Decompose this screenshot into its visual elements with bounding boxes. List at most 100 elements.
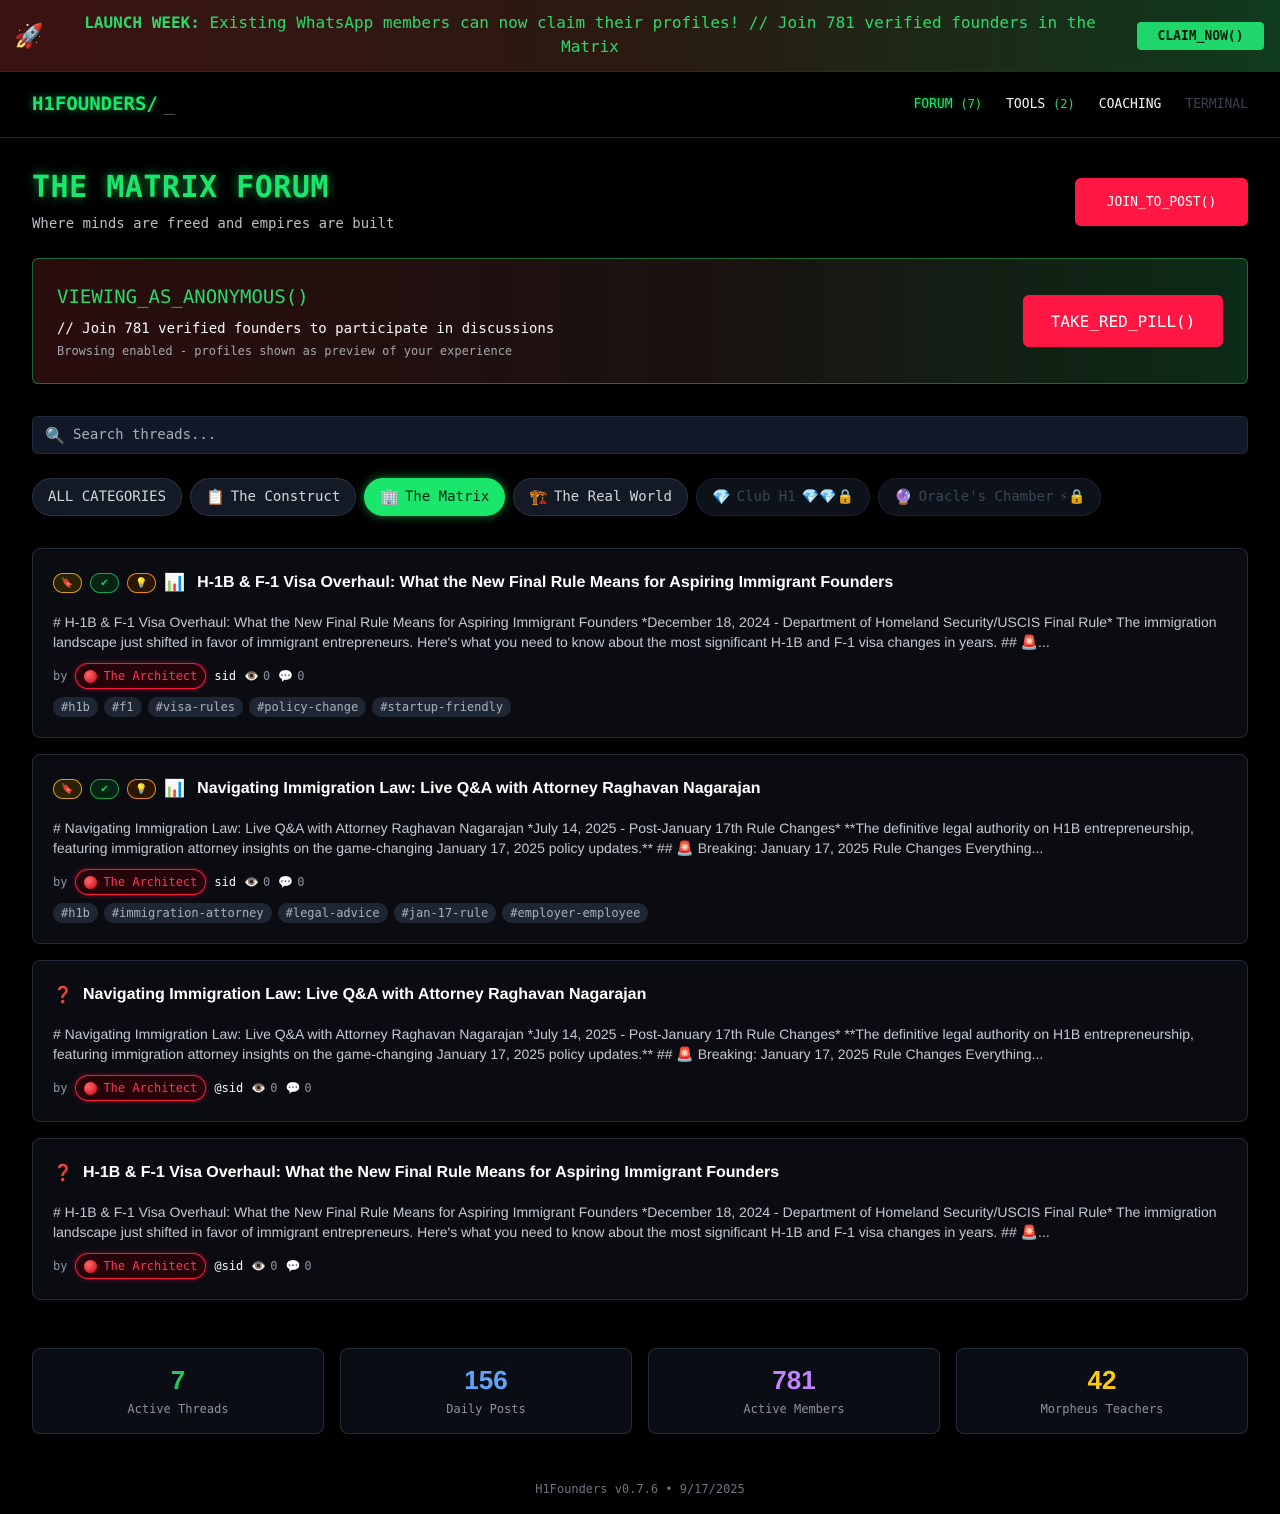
bolt-lock-icon: ⚡🔒 [1059, 489, 1086, 505]
red-pill-icon [84, 1259, 98, 1273]
stat-value: 7 [170, 1365, 186, 1395]
thread-header: 🔖 ✔ 💡 📊 H-1B & F-1 Visa Overhaul: What t… [53, 573, 893, 593]
thread-card[interactable]: ❓ H-1B & F-1 Visa Overhaul: What the New… [32, 1138, 1248, 1300]
view-count: 👁️ 0 [251, 1081, 278, 1095]
author-handle[interactable]: sid [214, 875, 236, 889]
eye-icon: 👁️ [251, 1259, 267, 1273]
thread-title[interactable]: H-1B & F-1 Visa Overhaul: What the New F… [83, 1164, 779, 1182]
view-count: 👁️ 0 [251, 1259, 278, 1273]
thread-meta: by The Architect sid 👁️ 0 💬 0 [53, 869, 304, 895]
comment-count: 💬 0 [285, 1259, 312, 1273]
thread-card[interactable]: ❓ Navigating Immigration Law: Live Q&A w… [32, 960, 1248, 1122]
tag[interactable]: #policy-change [249, 697, 367, 717]
view-count: 👁️ 0 [244, 669, 271, 683]
question-icon: ❓ [53, 987, 73, 1004]
author-badge[interactable]: The Architect [75, 1075, 207, 1101]
by-label: by [53, 1259, 68, 1273]
by-label: by [53, 875, 68, 889]
search-icon: 🔍 [45, 428, 65, 445]
footer-version: H1Founders v0.7.6 • 9/17/2025 [535, 1482, 745, 1496]
thread-excerpt: # Navigating Immigration Law: Live Q&A w… [53, 820, 1194, 856]
rocket-icon: 🚀 [14, 23, 44, 50]
stat-active-members: 781 Active Members [648, 1348, 940, 1434]
nav-terminal[interactable]: TERMINAL [1185, 97, 1248, 112]
thread-meta: by The Architect sid 👁️ 0 💬 0 [53, 663, 304, 689]
nav-forum[interactable]: FORUM (7) [913, 97, 982, 112]
thread-title[interactable]: Navigating Immigration Law: Live Q&A wit… [197, 780, 760, 798]
category-club-h1[interactable]: 💎 Club H1 💎💎🔒 [695, 478, 870, 516]
comment-count: 💬 0 [278, 669, 305, 683]
author-handle[interactable]: @sid [214, 1081, 243, 1095]
tag[interactable]: #h1b [53, 697, 98, 717]
tag[interactable]: #visa-rules [147, 697, 244, 717]
thread-excerpt: # H-1B & F-1 Visa Overhaul: What the New… [53, 614, 1217, 650]
top-nav: H1FOUNDERS/_ FORUM (7) TOOLS (2) COACHIN… [0, 73, 1280, 138]
thread-header: ❓ Navigating Immigration Law: Live Q&A w… [53, 985, 646, 1005]
eye-icon: 👁️ [244, 669, 260, 683]
thread-title[interactable]: Navigating Immigration Law: Live Q&A wit… [83, 986, 646, 1004]
author-badge[interactable]: The Architect [75, 869, 207, 895]
thread-meta: by The Architect @sid 👁️ 0 💬 0 [53, 1075, 312, 1101]
eye-icon: 👁️ [244, 875, 260, 889]
thread-card[interactable]: 🔖 ✔ 💡 📊 Navigating Immigration Law: Live… [32, 754, 1248, 944]
author-badge[interactable]: The Architect [75, 1253, 207, 1279]
claim-now-button[interactable]: CLAIM_NOW() [1137, 22, 1264, 50]
category-all[interactable]: ALL CATEGORIES [32, 478, 183, 516]
question-icon: ❓ [53, 1165, 73, 1182]
clipboard-icon: 📋 [206, 488, 225, 506]
anon-title: VIEWING_AS_ANONYMOUS() [57, 286, 309, 308]
announcement-bar: 🚀 LAUNCH WEEK: Existing WhatsApp members… [0, 0, 1280, 72]
chart-icon: 📊 [164, 573, 186, 592]
tag[interactable]: #jan-17-rule [393, 903, 497, 923]
join-to-post-button[interactable]: JOIN_TO_POST() [1075, 178, 1248, 226]
category-the-matrix[interactable]: 🏢 The Matrix [364, 478, 506, 516]
search-input[interactable] [73, 417, 1233, 453]
nav-coaching[interactable]: COACHING [1099, 97, 1162, 112]
tag[interactable]: #immigration-attorney [103, 903, 272, 923]
author-handle[interactable]: sid [214, 669, 236, 683]
tag[interactable]: #h1b [53, 903, 98, 923]
category-oracles-chamber[interactable]: 🔮 Oracle's Chamber ⚡🔒 [877, 478, 1102, 516]
by-label: by [53, 1081, 68, 1095]
thread-excerpt: # H-1B & F-1 Visa Overhaul: What the New… [53, 1204, 1217, 1240]
author-handle[interactable]: @sid [214, 1259, 243, 1273]
thread-title[interactable]: H-1B & F-1 Visa Overhaul: What the New F… [197, 574, 893, 592]
pin-icon: 🔖 [53, 779, 82, 799]
construction-crane-icon: 🏗️ [529, 488, 548, 506]
comment-count: 💬 0 [285, 1081, 312, 1095]
thread-excerpt: # Navigating Immigration Law: Live Q&A w… [53, 1026, 1194, 1062]
stat-morpheus-teachers: 42 Morpheus Teachers [956, 1348, 1248, 1434]
by-label: by [53, 669, 68, 683]
tag[interactable]: #startup-friendly [372, 697, 512, 717]
comment-icon: 💬 [285, 1081, 301, 1095]
view-count: 👁️ 0 [244, 875, 271, 889]
nav-links: FORUM (7) TOOLS (2) COACHING TERMINAL [913, 97, 1248, 112]
eye-icon: 👁️ [251, 1081, 267, 1095]
comment-icon: 💬 [278, 875, 294, 889]
pin-icon: 🔖 [53, 573, 82, 593]
chart-icon: 📊 [164, 779, 186, 798]
tag[interactable]: #employer-employee [502, 903, 649, 923]
tag[interactable]: #legal-advice [277, 903, 388, 923]
page-title: THE MATRIX FORUM [32, 170, 329, 205]
nav-tools[interactable]: TOOLS (2) [1006, 97, 1075, 112]
stat-value: 156 [464, 1365, 508, 1395]
verified-icon: ✔ [90, 573, 119, 593]
tag[interactable]: #f1 [103, 697, 142, 717]
gems-lock-icon: 💎💎🔒 [801, 489, 854, 505]
stat-label: Morpheus Teachers [1040, 1402, 1164, 1416]
take-red-pill-button[interactable]: TAKE_RED_PILL() [1023, 295, 1223, 347]
stat-value: 781 [772, 1365, 816, 1395]
brand-logo[interactable]: H1FOUNDERS/_ [32, 93, 175, 115]
category-the-construct[interactable]: 📋 The Construct [190, 478, 357, 516]
thread-meta: by The Architect @sid 👁️ 0 💬 0 [53, 1253, 312, 1279]
red-pill-icon [84, 875, 98, 889]
search-bar: 🔍 [32, 416, 1248, 454]
thread-header: ❓ H-1B & F-1 Visa Overhaul: What the New… [53, 1163, 779, 1183]
thread-card[interactable]: 🔖 ✔ 💡 📊 H-1B & F-1 Visa Overhaul: What t… [32, 548, 1248, 738]
lightbulb-icon: 💡 [127, 779, 156, 799]
category-filters: ALL CATEGORIES 📋 The Construct 🏢 The Matri… [32, 478, 1102, 516]
category-the-real-world[interactable]: 🏗️ The Real World [513, 478, 688, 516]
author-badge[interactable]: The Architect [75, 663, 207, 689]
comment-icon: 💬 [285, 1259, 301, 1273]
